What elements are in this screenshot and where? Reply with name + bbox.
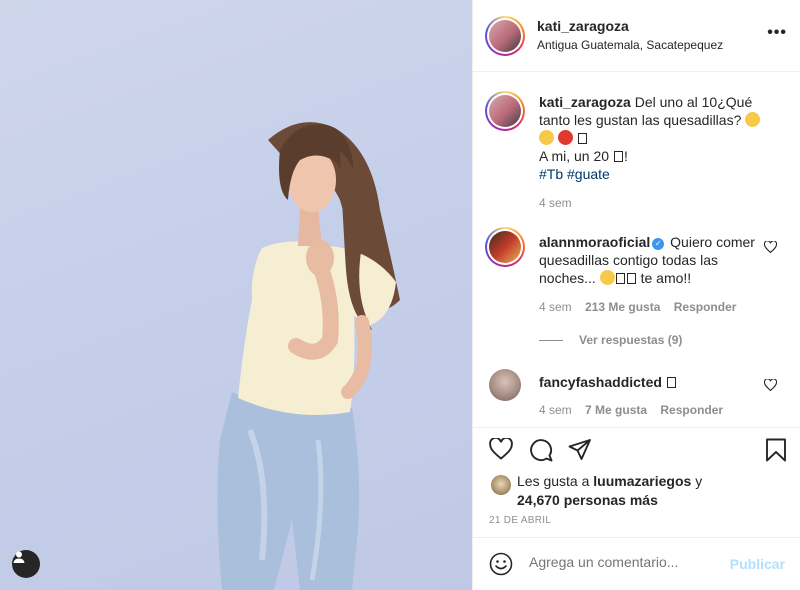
caption-meta: 4 sem	[539, 196, 582, 210]
author-username[interactable]: kati_zaragoza	[537, 18, 629, 34]
comment-likes[interactable]: 7 Me gusta	[585, 403, 647, 417]
missing-glyph-icon	[613, 151, 623, 162]
comment-likes[interactable]: 213 Me gusta	[585, 300, 660, 314]
like-comment-heart-icon[interactable]	[763, 240, 778, 256]
comments-list: kati_zaragoza Del uno al 10¿Qué tanto le…	[473, 73, 800, 427]
caption-avatar[interactable]	[485, 91, 525, 131]
caption-time[interactable]: 4 sem	[539, 196, 572, 210]
comment-meta: 4 sem 213 Me gusta Responder	[539, 300, 746, 314]
likes-prefix: Les gusta a	[517, 473, 590, 489]
sweat-smile-emoji-icon	[539, 130, 554, 145]
like-heart-icon[interactable]	[489, 436, 513, 463]
view-replies-label: Ver respuestas (9)	[579, 333, 683, 347]
comment-body-end: te amo!!	[640, 270, 692, 286]
likes-joiner: y	[695, 473, 703, 489]
post-actions: Les gusta a luumazariegos y 24,670 perso…	[473, 427, 800, 537]
commenter-avatar[interactable]	[485, 227, 525, 267]
missing-glyph-icon	[666, 377, 676, 388]
tagged-users-icon[interactable]	[12, 550, 40, 578]
comment-input[interactable]	[529, 554, 729, 570]
comment-time[interactable]: 4 sem	[539, 300, 572, 314]
verified-badge-icon: ✓	[652, 238, 665, 250]
author-avatar[interactable]	[485, 16, 525, 56]
reply-button[interactable]: Responder	[674, 300, 737, 314]
comment-text: alannmoraoficial ✓ Quiero comer quesadill…	[539, 233, 769, 287]
laughing-emoji-icon	[745, 112, 761, 127]
add-comment-bar: Publicar	[473, 537, 800, 590]
comment-meta: 4 sem 7 Me gusta Responder	[539, 403, 733, 417]
post-location[interactable]: Antigua Guatemala, Sacatepequez	[537, 38, 723, 52]
photo-illustration	[217, 122, 400, 590]
post-date[interactable]: 21 DE ABRIL	[489, 515, 551, 526]
commenter-avatar[interactable]	[489, 369, 521, 401]
publish-button[interactable]: Publicar	[730, 556, 785, 572]
like-comment-heart-icon[interactable]	[763, 378, 778, 394]
hashtag-link[interactable]: #guate	[567, 166, 610, 182]
liker-avatar[interactable]	[491, 475, 511, 495]
more-options-icon[interactable]: •••	[767, 24, 787, 42]
emoji-picker-icon[interactable]	[489, 552, 513, 579]
comment-bubble-icon[interactable]	[529, 438, 553, 465]
tomato-emoji-icon	[557, 130, 573, 145]
likes-text: Les gusta a luumazariegos y 24,670 perso…	[517, 472, 797, 510]
caption-username[interactable]: kati_zaragoza	[539, 94, 631, 110]
reply-button[interactable]: Responder	[660, 403, 723, 417]
post-header: kati_zaragoza Antigua Guatemala, Sacatep…	[473, 0, 800, 72]
liker-username[interactable]: luumazariegos	[593, 473, 691, 489]
comment-time[interactable]: 4 sem	[539, 403, 572, 417]
view-replies-button[interactable]: Ver respuestas (9)	[539, 333, 682, 347]
comment-username[interactable]: alannmoraoficial	[539, 234, 650, 250]
save-bookmark-icon[interactable]	[765, 438, 787, 465]
heart-eyes-emoji-icon	[599, 270, 615, 285]
likes-count[interactable]: 24,670 personas más	[517, 492, 658, 508]
post-side-panel: kati_zaragoza Antigua Guatemala, Sacatep…	[472, 0, 800, 590]
missing-glyph-icon	[615, 273, 625, 284]
comment-username[interactable]: fancyfashaddicted	[539, 374, 662, 390]
post-photo[interactable]	[0, 0, 472, 590]
replies-divider	[539, 340, 563, 342]
missing-glyph-icon	[626, 273, 636, 284]
comment-text: fancyfashaddicted	[539, 373, 769, 391]
hashtag-link[interactable]: #Tb	[539, 166, 563, 182]
caption-text: kati_zaragoza Del uno al 10¿Qué tanto le…	[539, 93, 769, 183]
caption-line3: A mi, un 20	[539, 148, 610, 164]
missing-glyph-icon	[577, 133, 587, 144]
share-paper-plane-icon[interactable]	[568, 438, 592, 465]
